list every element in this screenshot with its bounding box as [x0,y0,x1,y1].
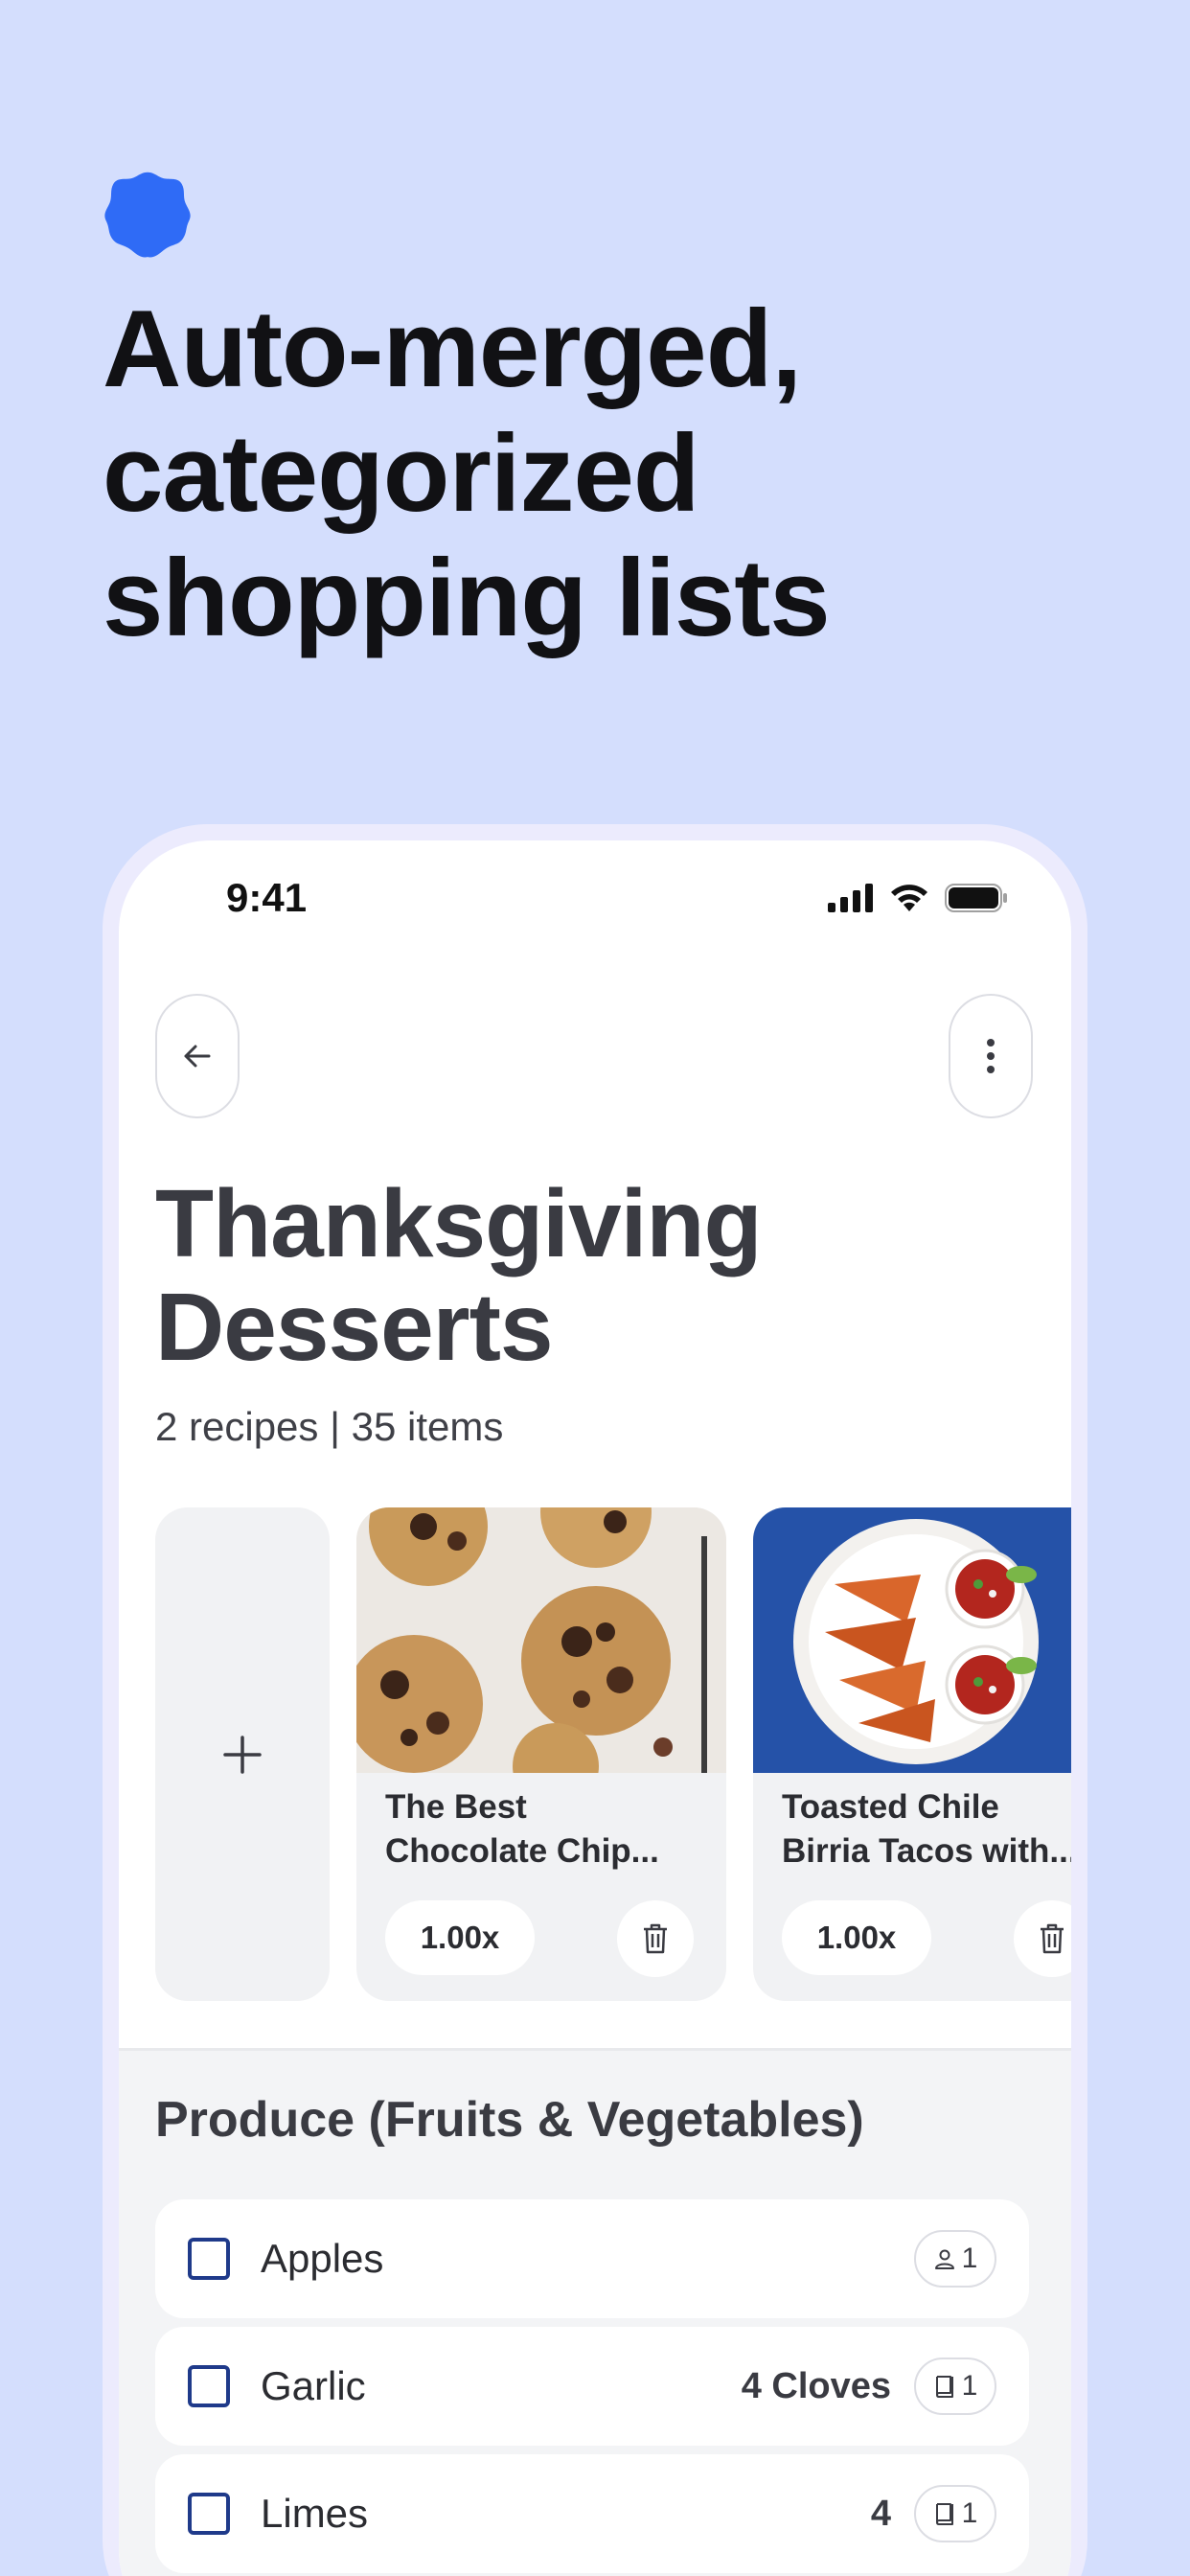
arrow-left-icon [184,1045,211,1068]
headline: Auto-merged, categorized shopping lists [103,288,831,659]
recipe-cards-row: The Best Chocolate Chip... 1.00x Toasted… [155,1507,1071,2001]
person-icon [934,2249,954,2269]
delete-recipe-button[interactable] [617,1900,694,1977]
status-time: 9:41 [226,875,308,920]
more-options-button[interactable] [949,994,1033,1118]
recipe-name-line-1: The Best [385,1788,527,1826]
item-source-chip[interactable]: 1 [914,2358,996,2415]
item-name: Limes [261,2491,369,2536]
wifi-icon [891,885,927,911]
recipe-name: Toasted Chile Birria Tacos with... [782,1785,1071,1874]
recipe-name: The Best Chocolate Chip... [385,1785,701,1874]
trash-icon [1041,1923,1064,1954]
item-source-chip[interactable]: 1 [914,2230,996,2288]
add-recipe-button[interactable] [155,1507,330,2001]
scale-button[interactable]: 1.00x [782,1900,931,1975]
item-source-chip[interactable]: 1 [914,2485,996,2542]
book-icon [935,2376,953,2398]
recipe-card[interactable]: Toasted Chile Birria Tacos with... 1.00x [753,1507,1071,2001]
item-checkbox[interactable] [188,2238,230,2280]
recipe-name-line-1: Toasted Chile [782,1788,999,1826]
list-item[interactable]: Apples 1 [155,2199,1029,2318]
item-chip-count: 1 [961,2497,978,2529]
list-title: Thanksgiving Desserts [155,1170,763,1381]
book-icon [935,2503,953,2525]
item-chip-count: 1 [961,2242,978,2274]
item-checkbox[interactable] [188,2493,230,2535]
phone-screen: 9:41 Thanksgiving Desserts 2 recipes | 3… [119,840,1071,2576]
section-title: Produce (Fruits & Vegetables) [155,2092,864,2148]
item-quantity: 4 [870,2494,891,2534]
signal-icon [828,884,873,912]
back-button[interactable] [155,994,240,1118]
recipe-image-tacos [753,1507,1071,1773]
item-name: Garlic [261,2363,366,2408]
status-icons [828,879,1008,917]
delete-recipe-button[interactable] [1014,1900,1071,1977]
list-item[interactable]: Garlic 4 Cloves 1 [155,2327,1029,2446]
item-chip-count: 1 [961,2370,978,2402]
item-name: Apples [261,2236,384,2281]
plus-icon [223,1735,262,1774]
recipe-card[interactable]: The Best Chocolate Chip... 1.00x [356,1507,726,2001]
item-quantity: 4 Cloves [741,2366,891,2406]
item-checkbox[interactable] [188,2365,230,2407]
battery-icon [945,884,1007,912]
recipe-name-line-2: Birria Tacos with... [782,1832,1071,1870]
recipe-name-line-2: Chocolate Chip... [385,1832,659,1870]
badge-blob-icon [104,172,191,258]
trash-icon [644,1923,667,1954]
more-vertical-icon [987,1039,995,1073]
recipe-image-cookies [356,1507,726,1773]
list-meta: 2 recipes | 35 items [155,1404,504,1449]
list-item[interactable]: Limes 4 1 [155,2454,1029,2573]
scale-button[interactable]: 1.00x [385,1900,535,1975]
